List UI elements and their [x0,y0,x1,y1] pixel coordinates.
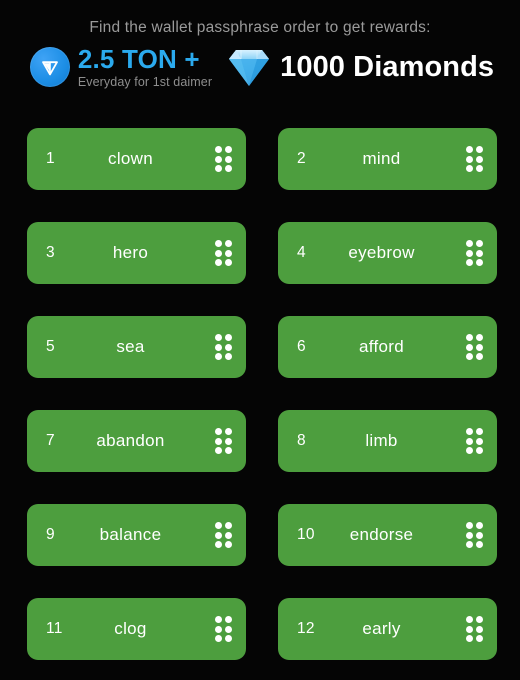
drag-handle-icon[interactable] [215,334,232,360]
word-text-label: eyebrow [348,243,415,262]
ton-coin-icon [29,47,70,88]
word-card[interactable]: 2 mind [278,128,497,190]
ton-reward: 2.5 TON + Everyday for 1st daimer [29,44,213,90]
word-text-label: hero [112,243,149,262]
word-index-label: 9 [46,526,55,543]
word-card[interactable]: 10 endorse [278,504,497,566]
drag-handle-icon[interactable] [215,240,232,266]
drag-handle-icon[interactable] [215,428,232,454]
diamonds-reward: 1000 Diamonds [226,46,494,88]
word-index-label: 6 [297,338,306,355]
word-index-label: 3 [46,244,55,261]
ton-reward-text: 2.5 TON + Everyday for 1st daimer [77,44,213,90]
word-index-label: 7 [46,432,55,449]
word-text-label: endorse [349,525,414,544]
diamond-gem-icon [229,50,270,87]
word-text-label: mind [362,149,401,168]
word-text-label: clown [108,149,153,168]
word-card[interactable]: 8 limb [278,410,497,472]
rewards-banner: 2.5 TON + Everyday for 1st daimer 1000 D… [0,44,520,90]
word-card[interactable]: 1 clown [27,128,246,190]
passphrase-word-grid: 1 clown 2 mind 3 hero 4 eyebrow 5 sea 6 afford 7 aban… [27,128,497,660]
drag-handle-icon[interactable] [215,522,232,548]
drag-handle-icon[interactable] [466,334,483,360]
word-text-label: early [362,619,401,638]
word-index-label: 8 [297,432,306,449]
word-card[interactable]: 9 balance [27,504,246,566]
drag-handle-icon[interactable] [215,146,232,172]
ton-subtitle-label: Everyday for 1st daimer [77,75,213,90]
passphrase-order-screen: Find the wallet passphrase order to get … [0,0,520,680]
word-text-label: clog [114,619,147,638]
drag-handle-icon[interactable] [466,240,483,266]
word-card[interactable]: 11 clog [27,598,246,660]
word-text-label: balance [99,525,162,544]
word-index-label: 5 [46,338,55,355]
word-index-label: 4 [297,244,306,261]
word-card[interactable]: 3 hero [27,222,246,284]
word-card[interactable]: 4 eyebrow [278,222,497,284]
word-text-label: afford [359,337,404,356]
word-card[interactable]: 6 afford [278,316,497,378]
drag-handle-icon[interactable] [466,522,483,548]
word-index-label: 10 [297,526,315,543]
diamonds-amount-label: 1000 Diamonds [280,50,495,83]
ton-amount-label: 2.5 TON + [77,44,200,74]
word-card[interactable]: 7 abandon [27,410,246,472]
word-index-label: 11 [46,620,63,637]
page-title: Find the wallet passphrase order to get … [89,19,431,36]
drag-handle-icon[interactable] [466,616,483,642]
word-text-label: sea [116,337,145,356]
word-card[interactable]: 5 sea [27,316,246,378]
word-index-label: 2 [297,150,306,167]
drag-handle-icon[interactable] [466,146,483,172]
word-index-label: 12 [297,620,315,637]
drag-handle-icon[interactable] [466,428,483,454]
word-text-label: abandon [96,431,165,450]
drag-handle-icon[interactable] [215,616,232,642]
word-card[interactable]: 12 early [278,598,497,660]
word-text-label: limb [365,431,398,450]
word-index-label: 1 [46,150,55,167]
